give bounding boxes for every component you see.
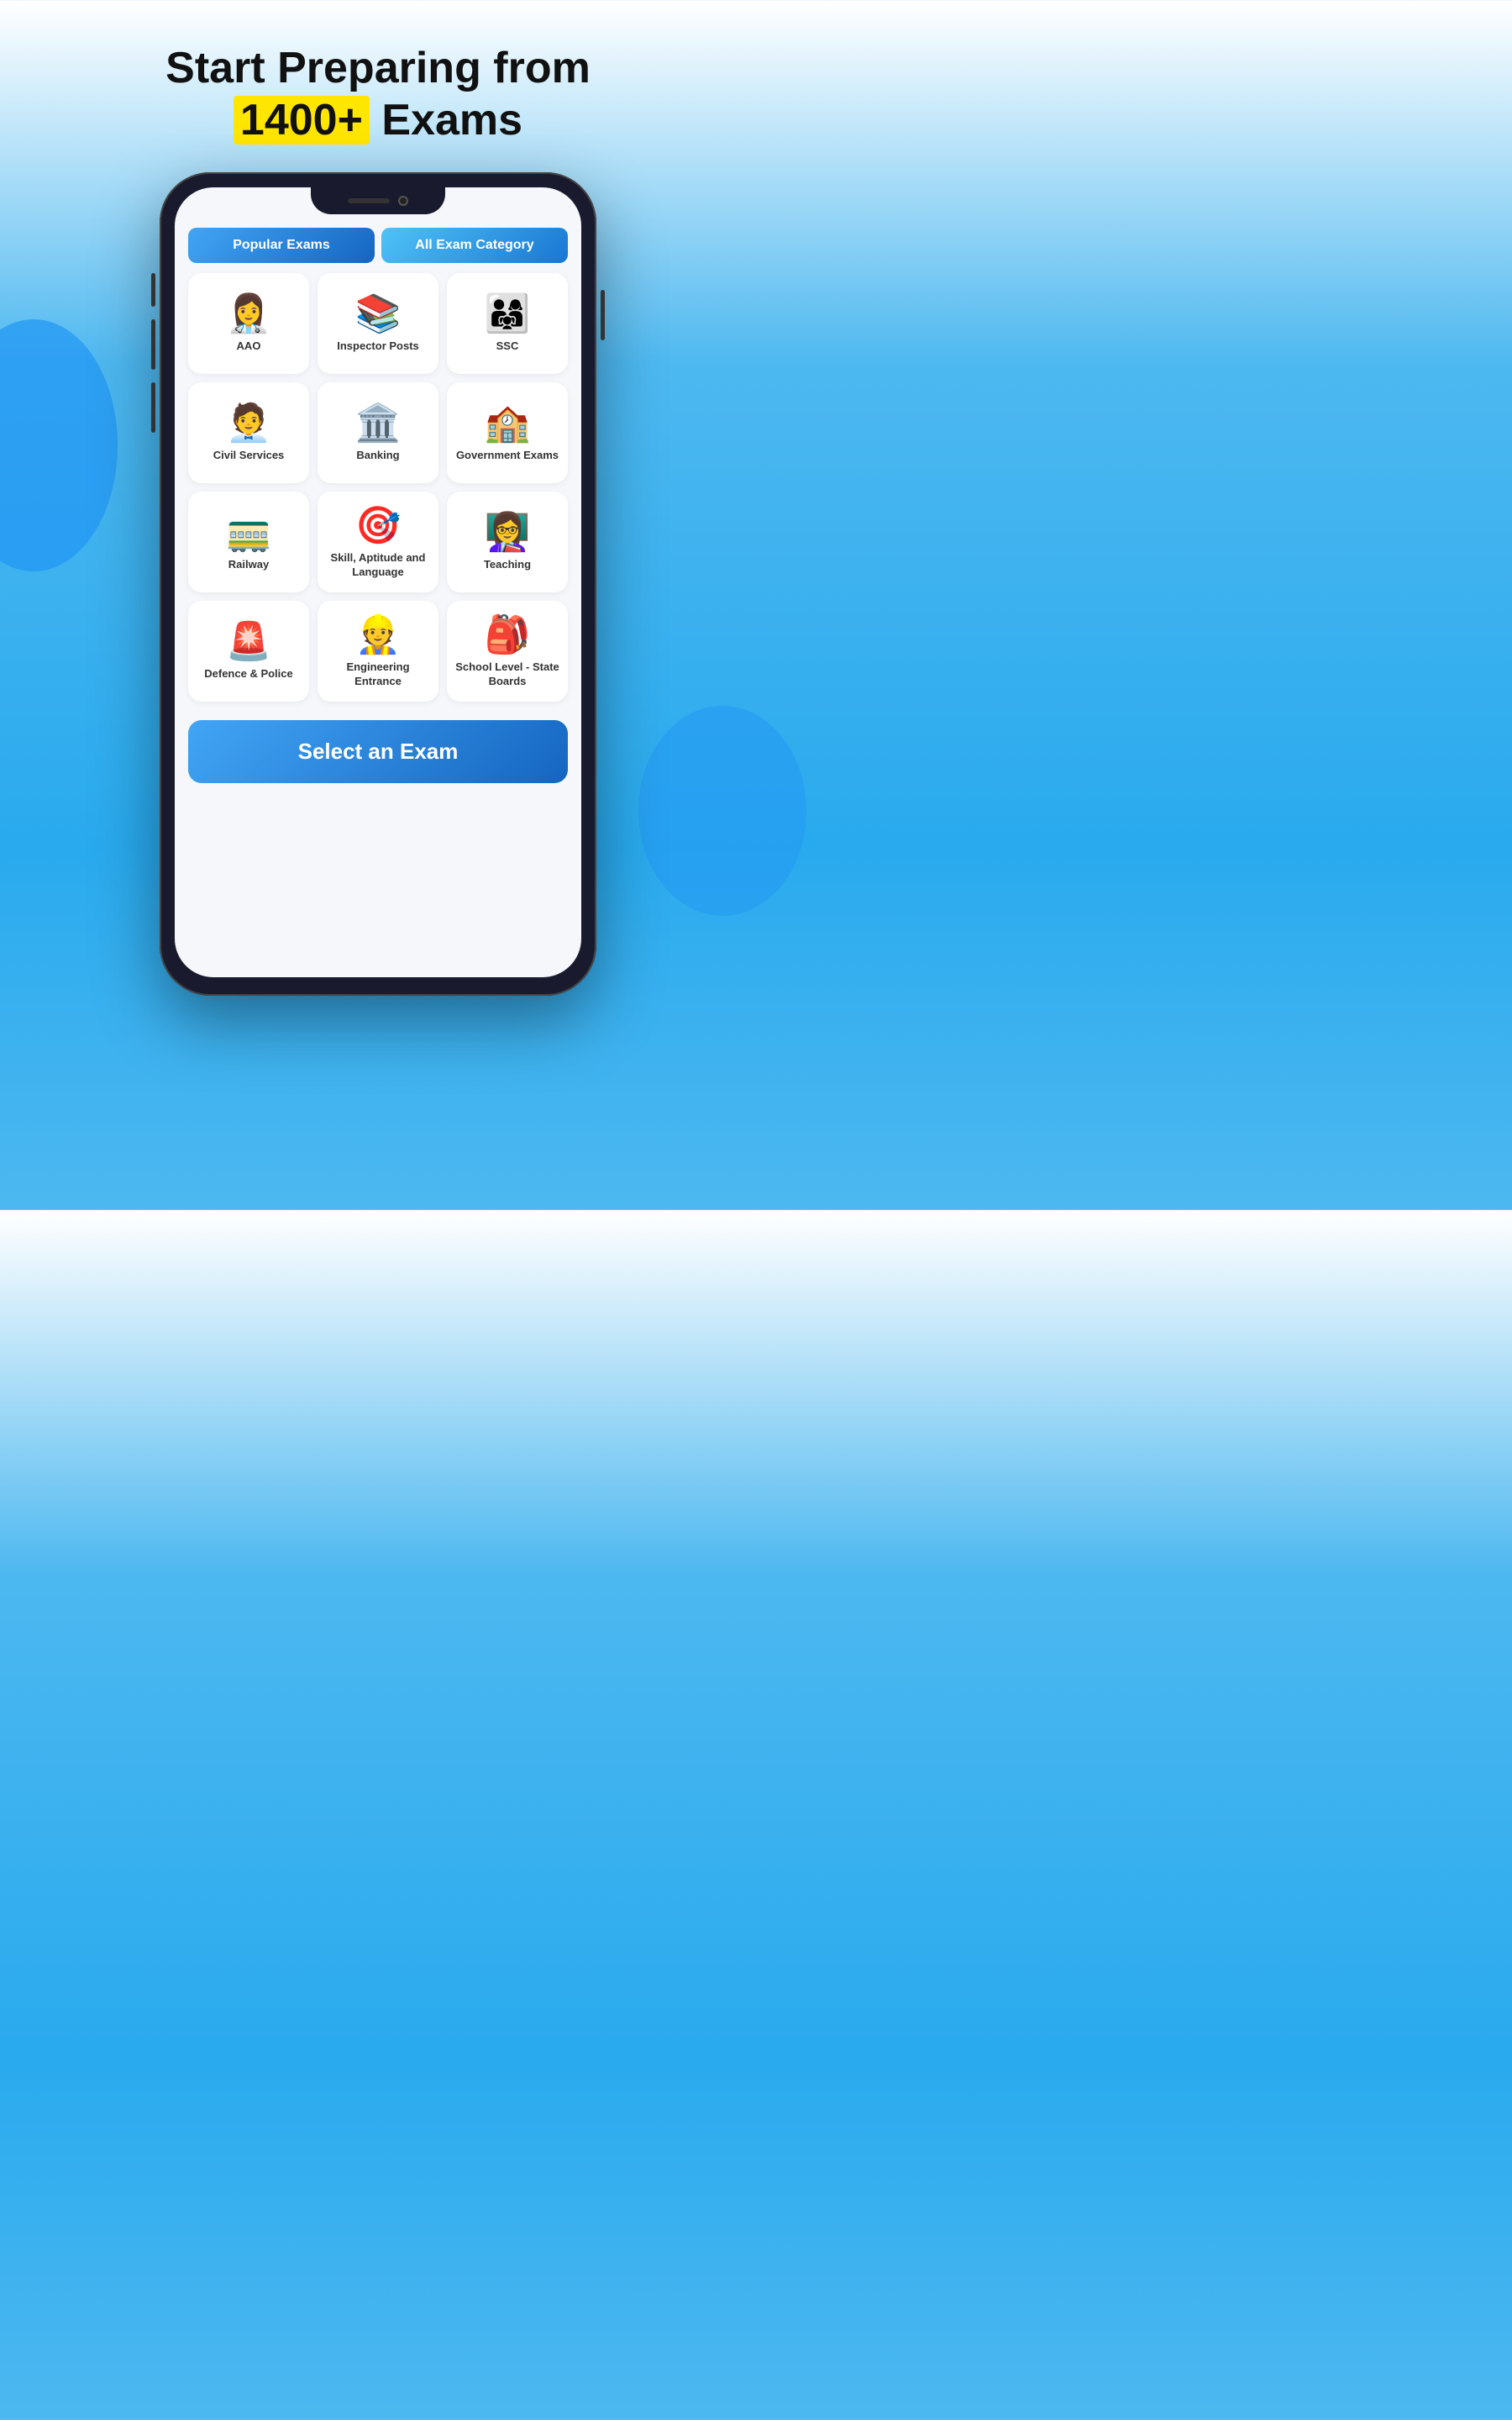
school-level-icon: 🎒 [485, 617, 531, 654]
exam-card-civil-services[interactable]: 🧑‍💼 Civil Services [188, 382, 309, 483]
front-camera [398, 196, 408, 206]
civil-services-label: Civil Services [213, 449, 285, 463]
phone-notch [311, 187, 445, 214]
bg-decoration-right [638, 706, 806, 916]
power-button [601, 290, 605, 340]
railway-label: Railway [228, 558, 269, 572]
exam-card-railway[interactable]: 🚃 Railway [188, 492, 309, 592]
tab-all-exam-category[interactable]: All Exam Category [381, 228, 568, 263]
engineering-entrance-icon: 👷 [355, 617, 402, 654]
exam-card-government-exams[interactable]: 🏫 Government Exams [447, 382, 568, 483]
exam-card-teaching[interactable]: 👩‍🏫 Teaching [447, 492, 568, 592]
header-section: Start Preparing from 1400+ Exams [149, 0, 607, 172]
select-exam-label: Select an Exam [298, 739, 459, 764]
exam-card-aao[interactable]: 👩‍⚕️ AAO [188, 273, 309, 374]
inspector-posts-label: Inspector Posts [337, 339, 419, 354]
header-line1: Start Preparing from [165, 44, 591, 92]
header-highlight: 1400+ [234, 96, 370, 145]
defence-police-label: Defence & Police [204, 667, 293, 681]
teaching-icon: 👩‍🏫 [485, 514, 531, 551]
exam-card-engineering-entrance[interactable]: 👷 Engineering Entrance [318, 601, 438, 702]
speaker [348, 198, 390, 203]
ssc-label: SSC [496, 339, 519, 354]
tab-popular-exams[interactable]: Popular Exams [188, 228, 375, 263]
skill-aptitude-label: Skill, Aptitude and Language [326, 551, 430, 580]
exam-grid: 👩‍⚕️ AAO 📚 Inspector Posts 👨‍👩‍👧 SSC 🧑‍💼… [175, 263, 581, 712]
teaching-label: Teaching [484, 558, 531, 572]
defence-police-icon: 🚨 [226, 623, 272, 660]
header-line2: Exams [381, 96, 522, 145]
bg-decoration-left [0, 319, 118, 571]
exam-card-skill-aptitude[interactable]: 🎯 Skill, Aptitude and Language [318, 492, 438, 592]
volume-down-button [151, 382, 155, 433]
exam-card-school-level[interactable]: 🎒 School Level - State Boards [447, 601, 568, 702]
exam-card-banking[interactable]: 🏛️ Banking [318, 382, 438, 483]
banking-icon: 🏛️ [355, 405, 402, 442]
exam-card-inspector-posts[interactable]: 📚 Inspector Posts [318, 273, 438, 374]
civil-services-icon: 🧑‍💼 [226, 405, 272, 442]
railway-icon: 🚃 [226, 514, 272, 551]
engineering-entrance-label: Engineering Entrance [326, 660, 430, 689]
mute-button [151, 273, 155, 307]
banking-label: Banking [356, 449, 399, 463]
government-exams-icon: 🏫 [485, 405, 531, 442]
tab-bar: Popular Exams All Exam Category [188, 228, 568, 263]
government-exams-label: Government Exams [456, 449, 559, 463]
inspector-posts-icon: 📚 [355, 296, 402, 333]
ssc-icon: 👨‍👩‍👧 [485, 296, 531, 333]
skill-aptitude-icon: 🎯 [355, 508, 402, 544]
volume-up-button [151, 319, 155, 370]
exam-card-ssc[interactable]: 👨‍👩‍👧 SSC [447, 273, 568, 374]
phone-screen: Popular Exams All Exam Category 👩‍⚕️ AAO… [175, 187, 581, 977]
aao-icon: 👩‍⚕️ [226, 296, 272, 333]
aao-label: AAO [237, 339, 261, 354]
header-title: Start Preparing from 1400+ Exams [165, 42, 591, 147]
school-level-label: School Level - State Boards [455, 660, 559, 689]
select-exam-button[interactable]: Select an Exam [188, 720, 568, 783]
phone-frame: Popular Exams All Exam Category 👩‍⚕️ AAO… [160, 172, 596, 996]
exam-card-defence-police[interactable]: 🚨 Defence & Police [188, 601, 309, 702]
